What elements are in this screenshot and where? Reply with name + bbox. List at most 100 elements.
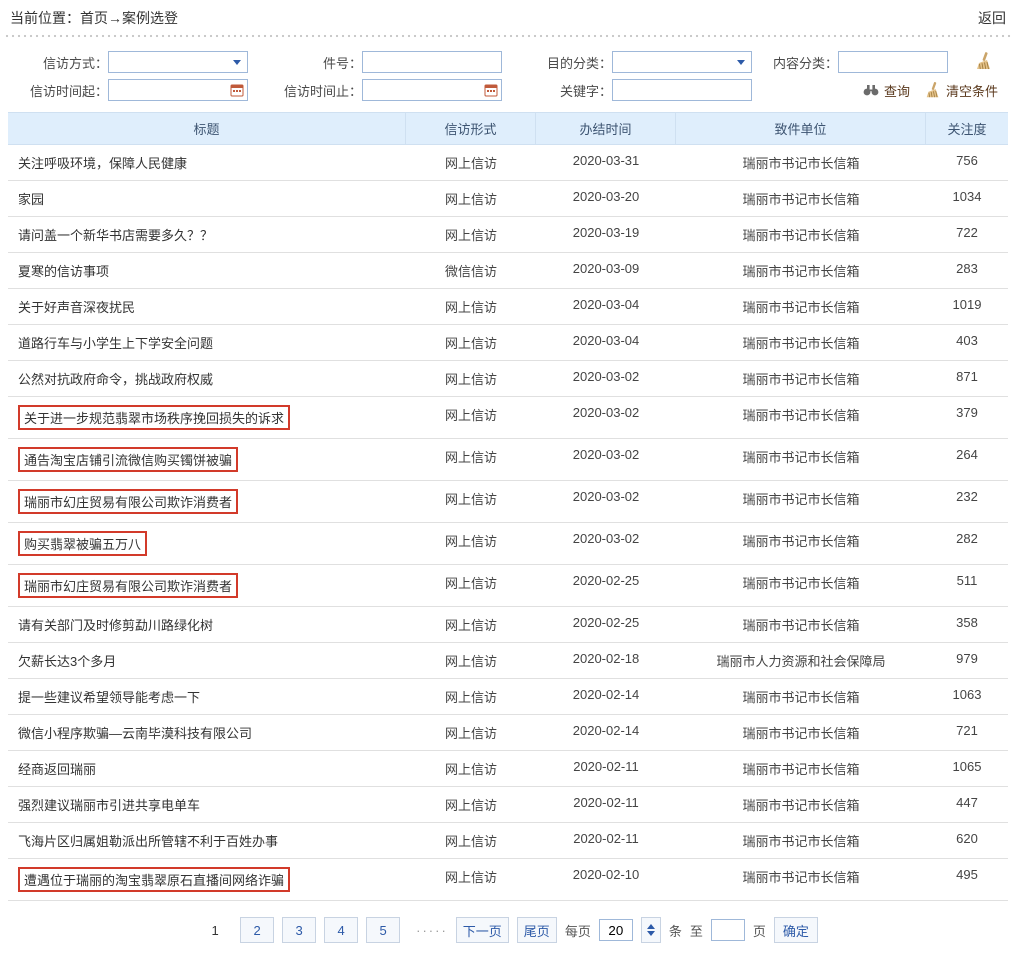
- title-link[interactable]: 强烈建议瑞丽市引进共享电单车: [18, 795, 200, 814]
- breadcrumb-arrow: →: [108, 10, 122, 26]
- title-link[interactable]: 请问盖一个新华书店需要多久？？: [18, 225, 213, 244]
- cell-done: 2020-02-25: [536, 565, 676, 606]
- cell-attention: 264: [926, 439, 1008, 480]
- cell-done: 2020-02-14: [536, 679, 676, 714]
- breadcrumb-home[interactable]: 首页: [80, 10, 108, 26]
- cell-done: 2020-03-20: [536, 181, 676, 216]
- back-link[interactable]: 返回: [978, 8, 1006, 28]
- cell-title: 公然对抗政府命令，挑战政府权威: [8, 361, 406, 396]
- title-link[interactable]: 公然对抗政府命令，挑战政府权威: [18, 369, 213, 388]
- cell-form: 网上信访: [406, 217, 536, 252]
- cell-title: 购买翡翠被骗五万八: [8, 523, 406, 564]
- chevron-down-icon[interactable]: [733, 54, 749, 70]
- chevron-down-icon[interactable]: [229, 54, 245, 70]
- cell-title: 提一些建议希望领导能考虑一下: [8, 679, 406, 714]
- filter-keyword-input[interactable]: [612, 79, 752, 101]
- page-last[interactable]: 尾页: [517, 917, 557, 943]
- cell-form: 网上信访: [406, 361, 536, 396]
- cell-form: 网上信访: [406, 607, 536, 642]
- table-row: 请问盖一个新华书店需要多久？？网上信访2020-03-19瑞丽市书记市长信箱72…: [8, 217, 1008, 253]
- title-link[interactable]: 瑞丽市幻庄贸易有限公司欺诈消费者: [18, 573, 238, 598]
- binoculars-icon: [862, 81, 880, 99]
- filter-time-to-input[interactable]: [362, 79, 502, 101]
- per-page-stepper[interactable]: [641, 917, 661, 943]
- calendar-icon[interactable]: [483, 82, 499, 98]
- title-link[interactable]: 关注呼吸环境，保障人民健康: [18, 153, 187, 172]
- title-link[interactable]: 遭遇位于瑞丽的淘宝翡翠原石直播间网络诈骗: [18, 867, 290, 892]
- col-form: 信访形式: [406, 113, 536, 145]
- page-number[interactable]: 4: [324, 917, 358, 943]
- page-next[interactable]: 下一页: [456, 917, 509, 943]
- cell-attention: 620: [926, 823, 1008, 858]
- col-unit: 致件单位: [676, 113, 926, 145]
- page-number[interactable]: 3: [282, 917, 316, 943]
- table-row: 遭遇位于瑞丽的淘宝翡翠原石直播间网络诈骗网上信访2020-02-10瑞丽市书记市…: [8, 859, 1008, 901]
- cell-form: 网上信访: [406, 481, 536, 522]
- cell-done: 2020-03-09: [536, 253, 676, 288]
- table-row: 关于好声音深夜扰民网上信访2020-03-04瑞丽市书记市长信箱1019: [8, 289, 1008, 325]
- title-link[interactable]: 提一些建议希望领导能考虑一下: [18, 687, 200, 706]
- filter-purpose-combo[interactable]: [612, 51, 752, 73]
- title-link[interactable]: 通告淘宝店铺引流微信购买镯饼被骗: [18, 447, 238, 472]
- calendar-icon[interactable]: [229, 82, 245, 98]
- cell-attention: 1034: [926, 181, 1008, 216]
- title-link[interactable]: 关于好声音深夜扰民: [18, 297, 135, 316]
- goto-button[interactable]: 确定: [774, 917, 818, 943]
- title-link[interactable]: 关于进一步规范翡翠市场秩序挽回损失的诉求: [18, 405, 290, 430]
- table-header: 标题 信访形式 办结时间 致件单位 关注度: [8, 113, 1008, 145]
- per-page-input[interactable]: [599, 919, 633, 941]
- cell-unit: 瑞丽市书记市长信箱: [676, 289, 926, 324]
- search-button[interactable]: 查询: [862, 81, 910, 100]
- title-link[interactable]: 微信小程序欺骗—云南毕漠科技有限公司: [18, 723, 252, 742]
- cell-unit: 瑞丽市书记市长信箱: [676, 859, 926, 900]
- table-row: 公然对抗政府命令，挑战政府权威 网上信访2020-03-02瑞丽市书记市长信箱87…: [8, 361, 1008, 397]
- title-link[interactable]: 瑞丽市幻庄贸易有限公司欺诈消费者: [18, 489, 238, 514]
- table-row: 道路行车与小学生上下学安全问题网上信访2020-03-04瑞丽市书记市长信箱40…: [8, 325, 1008, 361]
- goto-page-input[interactable]: [711, 919, 745, 941]
- cell-unit: 瑞丽市书记市长信箱: [676, 397, 926, 438]
- cell-title: 关于进一步规范翡翠市场秩序挽回损失的诉求: [8, 397, 406, 438]
- cell-attention: 447: [926, 787, 1008, 822]
- filter-time-from-input[interactable]: [108, 79, 248, 101]
- cell-attention: 871: [926, 361, 1008, 396]
- broom-icon[interactable]: [974, 51, 994, 71]
- cell-unit: 瑞丽市书记市长信箱: [676, 253, 926, 288]
- cell-done: 2020-03-02: [536, 481, 676, 522]
- cell-form: 网上信访: [406, 715, 536, 750]
- table-row: 通告淘宝店铺引流微信购买镯饼被骗网上信访2020-03-02瑞丽市书记市长信箱2…: [8, 439, 1008, 481]
- title-link[interactable]: 道路行车与小学生上下学安全问题: [18, 333, 213, 352]
- page-number[interactable]: 5: [366, 917, 400, 943]
- title-link[interactable]: 夏寒的信访事项: [18, 261, 109, 280]
- cell-title: 飞海片区归属姐勒派出所管辖不利于百姓办事: [8, 823, 406, 858]
- cell-form: 网上信访: [406, 565, 536, 606]
- filter-content-input[interactable]: [838, 51, 948, 73]
- title-link[interactable]: 经商返回瑞丽: [18, 759, 96, 778]
- title-link[interactable]: 欠薪长达3个多月: [18, 651, 116, 670]
- title-link[interactable]: 家园: [18, 189, 44, 208]
- clear-button[interactable]: 清空条件: [924, 81, 998, 100]
- title-link[interactable]: 飞海片区归属姐勒派出所管辖不利于百姓办事: [18, 831, 278, 850]
- filter-keyword-label: 关键字：: [518, 81, 612, 100]
- filter-method-combo[interactable]: [108, 51, 248, 73]
- filter-number-input[interactable]: [362, 51, 502, 73]
- cell-unit: 瑞丽市书记市长信箱: [676, 361, 926, 396]
- col-done: 办结时间: [536, 113, 676, 145]
- table-row: 关于进一步规范翡翠市场秩序挽回损失的诉求网上信访2020-03-02瑞丽市书记市…: [8, 397, 1008, 439]
- cell-attention: 1019: [926, 289, 1008, 324]
- page-current: 1: [198, 917, 232, 943]
- cell-attention: 1063: [926, 679, 1008, 714]
- table-row: 瑞丽市幻庄贸易有限公司欺诈消费者网上信访2020-03-02瑞丽市书记市长信箱2…: [8, 481, 1008, 523]
- title-link[interactable]: 请有关部门及时修剪勐川路绿化树: [18, 615, 213, 634]
- cell-title: 家园: [8, 181, 406, 216]
- cell-title: 夏寒的信访事项: [8, 253, 406, 288]
- cell-done: 2020-03-02: [536, 361, 676, 396]
- cell-title: 欠薪长达3个多月: [8, 643, 406, 678]
- title-link[interactable]: 购买翡翠被骗五万八: [18, 531, 147, 556]
- page-number[interactable]: 2: [240, 917, 274, 943]
- table-row: 经商返回瑞丽网上信访2020-02-11瑞丽市书记市长信箱1065: [8, 751, 1008, 787]
- cell-attention: 283: [926, 253, 1008, 288]
- cell-done: 2020-03-02: [536, 523, 676, 564]
- filter-panel: 信访方式： 件号： 目的分类： 内容分类：: [0, 44, 1016, 110]
- cell-title: 瑞丽市幻庄贸易有限公司欺诈消费者: [8, 481, 406, 522]
- cell-form: 网上信访: [406, 643, 536, 678]
